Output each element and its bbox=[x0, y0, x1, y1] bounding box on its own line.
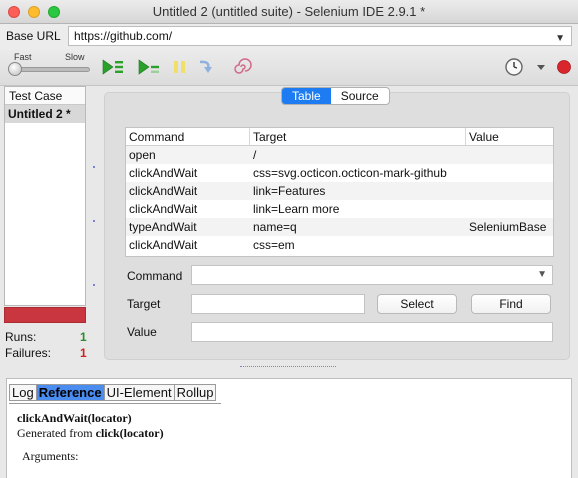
column-header-value[interactable]: Value bbox=[466, 128, 553, 145]
test-case-item[interactable]: Untitled 2 * bbox=[5, 105, 85, 123]
test-case-list: Test Case Untitled 2 * bbox=[4, 86, 86, 306]
table-body: open / clickAndWait css=svg.octicon.octi… bbox=[126, 146, 553, 254]
editor-panel: Table Source Command Target Value open /… bbox=[104, 87, 570, 360]
target-input[interactable] bbox=[191, 294, 365, 314]
menu-arrow-icon[interactable] bbox=[536, 61, 546, 79]
run-progress-bar bbox=[4, 307, 86, 323]
value-input[interactable] bbox=[191, 322, 553, 342]
reference-title: clickAndWait(locator) bbox=[17, 411, 132, 425]
base-url-combobox[interactable]: https://github.com/ ▼ bbox=[68, 26, 572, 46]
command-label: Command bbox=[127, 269, 183, 283]
reference-generated-source: click(locator) bbox=[95, 426, 164, 440]
row-target: link=Learn more bbox=[253, 202, 340, 216]
minimize-window-button[interactable] bbox=[28, 6, 40, 18]
base-url-row: Base URL https://github.com/ ▼ bbox=[0, 24, 578, 48]
tab-source[interactable]: Source bbox=[331, 88, 389, 104]
reference-generated: Generated from click(locator) bbox=[17, 426, 571, 441]
rollup-icon[interactable] bbox=[230, 58, 252, 76]
table-row[interactable]: clickAndWait link=Features bbox=[126, 182, 553, 200]
close-window-button[interactable] bbox=[8, 6, 20, 18]
runs-label: Runs: bbox=[5, 330, 37, 344]
toolbar: Fast Slow bbox=[0, 48, 578, 86]
table-row[interactable]: clickAndWait css=em bbox=[126, 236, 553, 254]
table-row[interactable]: typeAndWait name=q SeleniumBase bbox=[126, 218, 553, 236]
row-value bbox=[466, 146, 553, 164]
row-command: clickAndWait bbox=[129, 238, 198, 252]
row-target: / bbox=[253, 148, 257, 162]
find-button[interactable]: Find bbox=[471, 294, 551, 314]
value-label: Value bbox=[127, 325, 157, 339]
row-target: css=svg.octicon.octicon-mark-github bbox=[253, 166, 447, 180]
base-url-label: Base URL bbox=[6, 29, 61, 43]
dropdown-arrow-icon[interactable]: ▼ bbox=[537, 269, 547, 280]
play-current-icon[interactable] bbox=[138, 58, 160, 76]
row-value bbox=[466, 200, 553, 218]
table-row[interactable]: clickAndWait css=svg.octicon.octicon-mar… bbox=[126, 164, 553, 182]
row-command: clickAndWait bbox=[129, 166, 198, 180]
failures-label: Failures: bbox=[5, 346, 52, 360]
editor-view-tabs: Table Source bbox=[281, 87, 390, 105]
table-row[interactable]: clickAndWait link=Learn more bbox=[126, 200, 553, 218]
tab-table[interactable]: Table bbox=[282, 88, 331, 104]
row-target: css=em bbox=[253, 238, 295, 252]
row-value bbox=[466, 236, 553, 254]
row-command: open bbox=[129, 148, 156, 162]
row-command: typeAndWait bbox=[129, 220, 197, 234]
tab-rollup[interactable]: Rollup bbox=[173, 384, 217, 401]
dropdown-arrow-icon[interactable]: ▼ bbox=[555, 30, 565, 48]
tab-divider bbox=[9, 403, 221, 404]
tab-log[interactable]: Log bbox=[9, 384, 37, 401]
vertical-splitter[interactable] bbox=[92, 166, 96, 286]
row-target: link=Features bbox=[253, 184, 326, 198]
reference-arguments-label: Arguments: bbox=[22, 449, 79, 463]
row-command: clickAndWait bbox=[129, 184, 198, 198]
tab-reference[interactable]: Reference bbox=[35, 384, 105, 401]
speed-slow-label: Slow bbox=[65, 52, 85, 62]
tab-ui-element[interactable]: UI-Element bbox=[103, 384, 175, 401]
table-header: Command Target Value bbox=[126, 128, 553, 146]
pause-icon[interactable] bbox=[170, 58, 192, 76]
target-label: Target bbox=[127, 297, 161, 311]
runs-count: 1 bbox=[80, 330, 87, 344]
reference-content: clickAndWait(locator) Generated from cli… bbox=[7, 401, 571, 464]
maximize-window-button[interactable] bbox=[48, 6, 60, 18]
horizontal-splitter[interactable] bbox=[232, 362, 344, 368]
speed-slider-track[interactable] bbox=[14, 67, 90, 72]
select-button[interactable]: Select bbox=[377, 294, 457, 314]
base-url-value: https://github.com/ bbox=[74, 29, 173, 43]
speed-fast-label: Fast bbox=[14, 52, 32, 62]
bottom-tabs: Log Reference UI-Element Rollup bbox=[7, 379, 571, 401]
command-table: Command Target Value open / clickAndWait… bbox=[125, 127, 554, 257]
clock-icon[interactable] bbox=[504, 57, 526, 76]
failures-count: 1 bbox=[80, 346, 87, 360]
reference-generated-prefix: Generated from bbox=[17, 426, 96, 440]
row-value bbox=[466, 182, 553, 200]
column-header-target[interactable]: Target bbox=[250, 128, 466, 145]
window-title: Untitled 2 (untitled suite) - Selenium I… bbox=[152, 4, 426, 19]
bottom-pane: Log Reference UI-Element Rollup clickAnd… bbox=[6, 378, 572, 478]
title-bar: Untitled 2 (untitled suite) - Selenium I… bbox=[0, 0, 578, 24]
speed-slider-handle[interactable] bbox=[8, 62, 22, 76]
row-value: SeleniumBase bbox=[469, 220, 547, 234]
row-target: name=q bbox=[253, 220, 297, 234]
row-command: clickAndWait bbox=[129, 202, 198, 216]
test-case-header[interactable]: Test Case bbox=[5, 87, 85, 105]
command-combobox[interactable]: ▼ bbox=[191, 265, 553, 285]
step-icon[interactable] bbox=[196, 58, 218, 76]
table-row[interactable]: open / bbox=[126, 146, 553, 164]
column-header-command[interactable]: Command bbox=[126, 128, 250, 145]
record-icon[interactable] bbox=[556, 59, 572, 75]
row-value bbox=[466, 164, 553, 182]
play-all-icon[interactable] bbox=[102, 58, 124, 76]
